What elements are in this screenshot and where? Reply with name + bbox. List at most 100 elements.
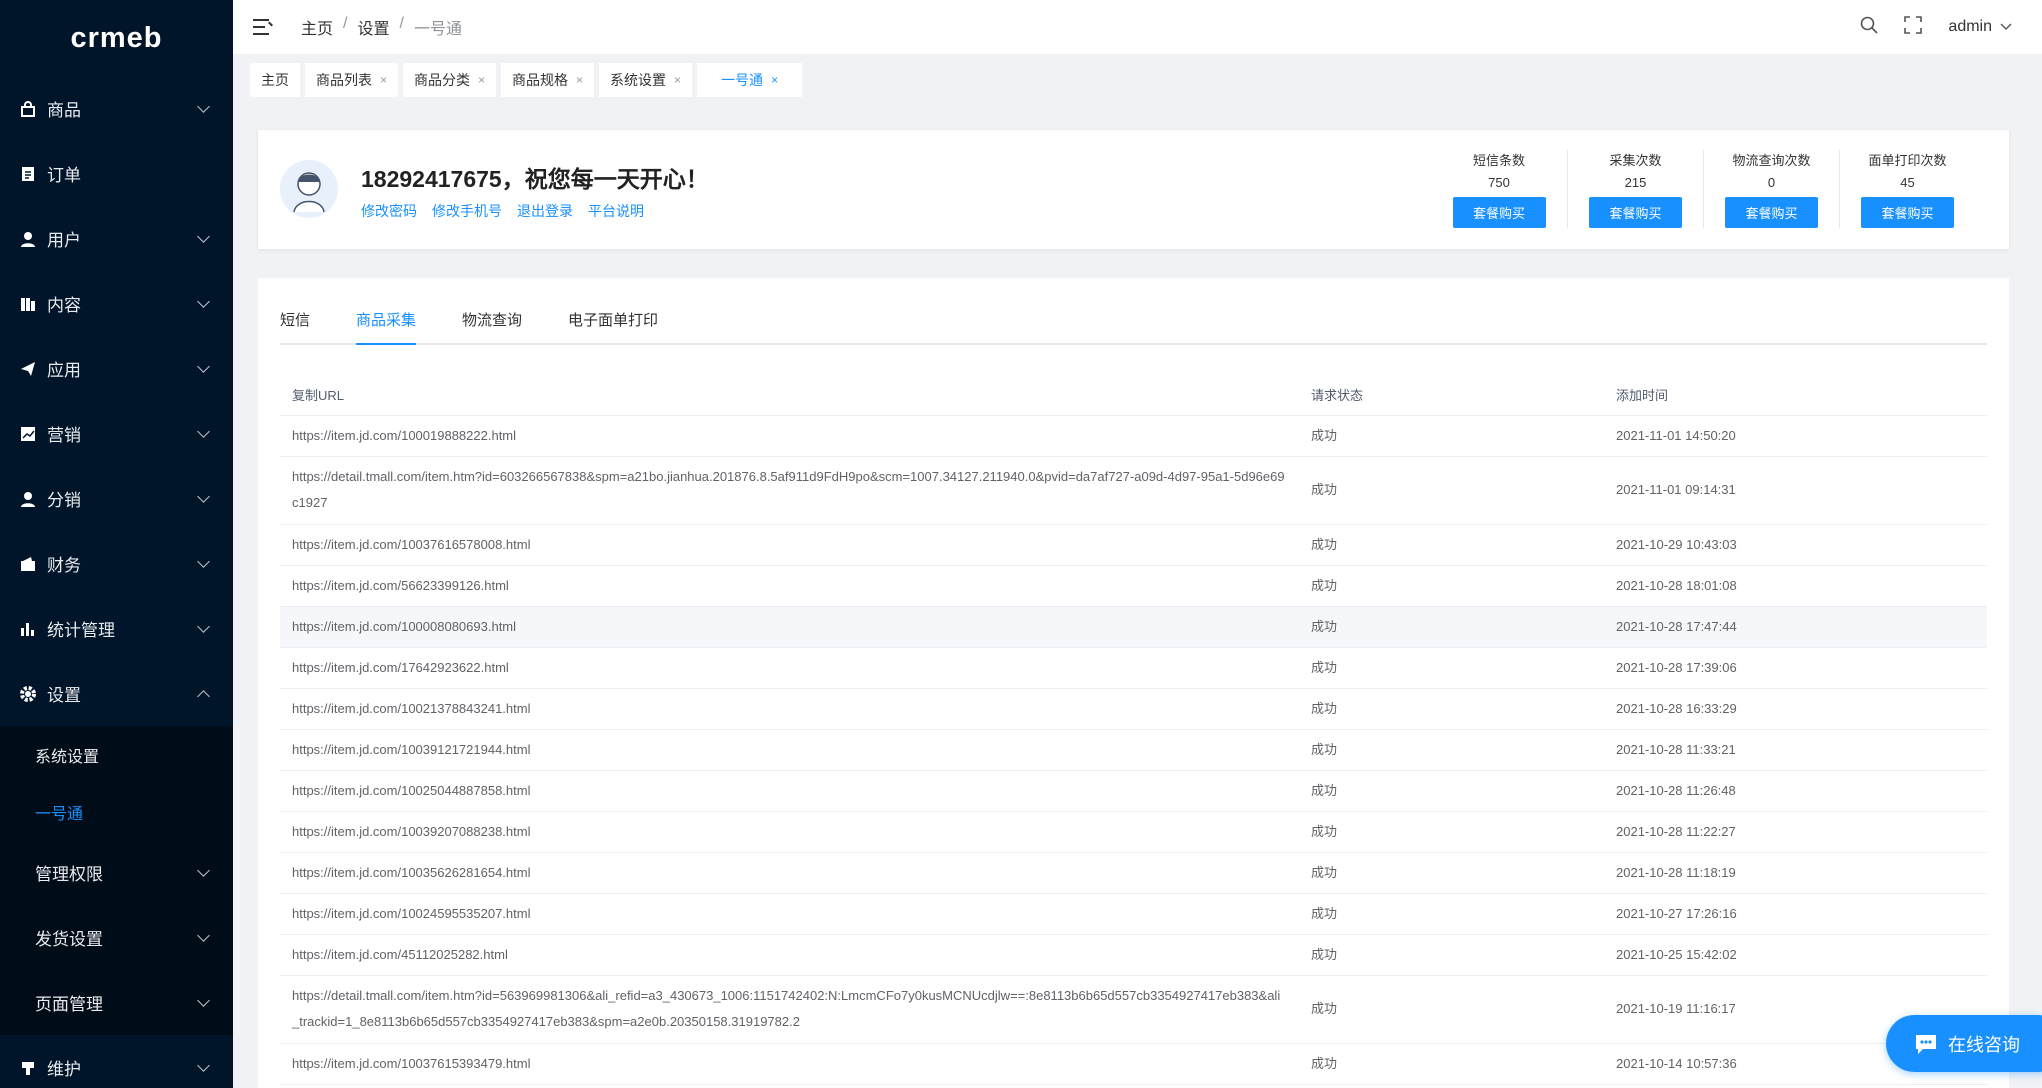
buy-package-button[interactable]: 套餐购买 <box>1452 197 1546 228</box>
tab-sms[interactable]: 短信 <box>280 308 310 345</box>
sidebar-item-label: 页面管理 <box>35 995 103 1014</box>
tag-label: 一号通 <box>721 71 764 88</box>
menu-fold-icon[interactable] <box>253 19 273 35</box>
sidebar: crmeb 商品 订单 用户 内容 应用 营销 分销 财务 统计管理 设置 系统… <box>0 0 233 1088</box>
sidebar-item-label: 商品 <box>47 101 81 120</box>
sidebar-item-label: 维护 <box>47 1060 81 1079</box>
cell-url: https://item.jd.com/100008080693.html <box>280 606 1299 648</box>
sidebar-item-label: 内容 <box>47 296 81 315</box>
sidebar-item-marketing[interactable]: 营销 <box>0 401 233 466</box>
tab-product-collect[interactable]: 商品采集 <box>356 308 417 345</box>
breadcrumb-home[interactable]: 主页 <box>301 15 333 39</box>
tag-yihaotong[interactable]: 一号通 × <box>697 62 803 97</box>
fullscreen-icon[interactable] <box>1904 15 1923 39</box>
sidebar-item-label: 用户 <box>47 231 81 250</box>
tag-home[interactable]: 主页 <box>250 62 300 97</box>
sidebar-item-content[interactable]: 内容 <box>0 271 233 336</box>
sidebar-item-app[interactable]: 应用 <box>0 336 233 401</box>
logout-link[interactable]: 退出登录 <box>517 201 573 221</box>
sidebar-subitem-yihaotong[interactable]: 一号通 <box>0 783 233 840</box>
sidebar-item-label: 订单 <box>47 166 81 185</box>
search-icon[interactable] <box>1860 16 1878 39</box>
cell-status: 成功 <box>1299 565 1604 607</box>
sidebar-item-settings[interactable]: 设置 <box>0 661 233 726</box>
tag-product-category[interactable]: 商品分类 × <box>403 62 497 97</box>
tab-e-waybill[interactable]: 电子面单打印 <box>568 308 658 345</box>
table-row: https://item.jd.com/17642923622.html 成功 20… <box>280 647 1987 689</box>
close-icon[interactable]: × <box>576 73 583 87</box>
stat-label: 物流查询次数 <box>1732 153 1811 168</box>
close-icon[interactable]: × <box>478 73 485 87</box>
sidebar-subitem-shipping[interactable]: 发货设置 <box>0 905 233 970</box>
cell-status: 成功 <box>1299 606 1604 648</box>
consult-label: 在线咨询 <box>1948 1034 2020 1055</box>
cell-status: 成功 <box>1299 975 1604 1044</box>
close-icon[interactable]: × <box>771 73 778 87</box>
tag-system-settings[interactable]: 系统设置 × <box>599 62 693 97</box>
sidebar-item-finance[interactable]: 财务 <box>0 531 233 596</box>
account-greeting: 18292417675，祝您每一天开心！ <box>361 166 709 192</box>
cell-status: 成功 <box>1299 415 1604 457</box>
cell-url: https://item.jd.com/100019888222.html <box>280 415 1299 457</box>
cell-status: 成功 <box>1299 647 1604 689</box>
table-row: https://item.jd.com/10035626281654.html 成… <box>280 852 1987 894</box>
cell-url: https://item.jd.com/10037616578008.html <box>280 524 1299 566</box>
sidebar-subitem-system-settings[interactable]: 系统设置 <box>0 726 233 783</box>
chevron-down-icon <box>197 929 210 942</box>
avatar <box>280 160 338 218</box>
user-menu[interactable]: admin <box>1948 18 2012 36</box>
cell-time: 2021-10-25 15:42:02 <box>1604 934 1987 976</box>
tag-product-spec[interactable]: 商品规格 × <box>501 62 595 97</box>
sidebar-item-order[interactable]: 订单 <box>0 141 233 206</box>
tab-logistics[interactable]: 物流查询 <box>462 308 522 345</box>
cell-status: 成功 <box>1299 524 1604 566</box>
change-phone-link[interactable]: 修改手机号 <box>432 201 502 221</box>
table-row: https://detail.tmall.com/item.htm?id=563… <box>280 975 1987 1044</box>
breadcrumb-current: 一号通 <box>413 21 462 38</box>
stat-collect: 采集次数 215 套餐购买 <box>1567 150 1703 228</box>
username: admin <box>1948 18 1992 35</box>
chevron-down-icon <box>197 994 210 1007</box>
table-row: https://item.jd.com/10037615393479.html 成… <box>280 1043 1987 1085</box>
online-consult-button[interactable]: 在线咨询 <box>1886 1015 2042 1072</box>
breadcrumb-settings[interactable]: 设置 <box>357 15 389 39</box>
sidebar-item-label: 统计管理 <box>47 621 115 640</box>
table-row: https://item.jd.com/10037616578008.html 成… <box>280 524 1987 566</box>
sidebar-item-statistics[interactable]: 统计管理 <box>0 596 233 661</box>
cell-status: 成功 <box>1299 729 1604 771</box>
platform-info-link[interactable]: 平台说明 <box>588 201 644 221</box>
change-password-link[interactable]: 修改密码 <box>361 201 417 221</box>
sidebar-item-distribution[interactable]: 分销 <box>0 466 233 531</box>
cell-status: 成功 <box>1299 893 1604 935</box>
send-icon <box>19 360 37 378</box>
cell-time: 2021-10-29 10:43:03 <box>1604 524 1987 566</box>
cell-time: 2021-10-28 17:39:06 <box>1604 647 1987 689</box>
sidebar-item-maintenance[interactable]: 维护 <box>0 1035 233 1088</box>
buy-package-button[interactable]: 套餐购买 <box>1725 197 1818 228</box>
sidebar-subitem-pages[interactable]: 页面管理 <box>0 970 233 1035</box>
bag-icon <box>19 100 37 118</box>
tag-label: 主页 <box>261 71 289 88</box>
sidebar-item-user[interactable]: 用户 <box>0 206 233 271</box>
stat-label: 采集次数 <box>1609 153 1662 168</box>
logo[interactable]: crmeb <box>0 0 233 76</box>
buy-package-button[interactable]: 套餐购买 <box>1589 197 1682 228</box>
tag-product-list[interactable]: 商品列表 × <box>305 62 399 97</box>
cell-url: https://item.jd.com/10037615393479.html <box>280 1043 1299 1085</box>
cell-url: https://detail.tmall.com/item.htm?id=603… <box>280 456 1299 525</box>
table-row: https://item.jd.com/10039207088238.html 成… <box>280 811 1987 853</box>
sidebar-subitem-permissions[interactable]: 管理权限 <box>0 840 233 905</box>
cell-time: 2021-10-28 11:26:48 <box>1604 770 1987 812</box>
tags-view: 主页 商品列表 × 商品分类 × 商品规格 × 系统设置 × 一号通 × <box>233 56 2042 103</box>
cell-time: 2021-11-01 14:50:20 <box>1604 415 1987 457</box>
close-icon[interactable]: × <box>380 73 387 87</box>
settings-submenu: 系统设置 一号通 管理权限 发货设置 页面管理 <box>0 726 233 1035</box>
cell-url: https://item.jd.com/10039207088238.html <box>280 811 1299 853</box>
close-icon[interactable]: × <box>674 73 681 87</box>
sidebar-item-product[interactable]: 商品 <box>0 76 233 141</box>
buy-package-button[interactable]: 套餐购买 <box>1861 197 1954 228</box>
column-header-time: 添加时间 <box>1604 374 1987 416</box>
cell-status: 成功 <box>1299 934 1604 976</box>
tag-label: 商品列表 <box>316 71 372 88</box>
tag-label: 商品规格 <box>512 71 569 88</box>
